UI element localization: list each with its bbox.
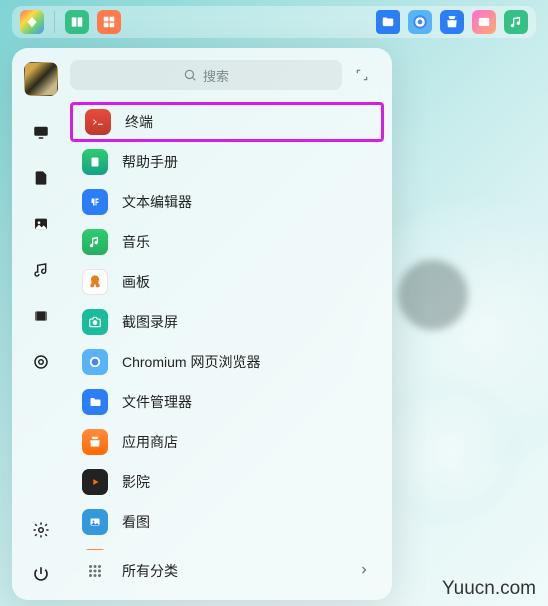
app-label: 应用商店 [122, 432, 178, 452]
paint-icon [82, 269, 108, 295]
grid-icon [82, 558, 108, 584]
app-label: 终端 [125, 112, 153, 132]
launcher-main: 搜索 终端 帮助手册 [70, 48, 392, 600]
dock-separator [54, 11, 55, 33]
app-label: 影院 [122, 472, 150, 492]
app-item-chromium[interactable]: Chromium 网页浏览器 [70, 342, 384, 382]
screenshot-icon [82, 309, 108, 335]
all-categories-button[interactable]: 所有分类 [70, 550, 384, 592]
app-label: 帮助手册 [122, 152, 178, 172]
text-editor-icon [82, 189, 108, 215]
wallpaper-decoration [378, 380, 518, 520]
help-icon [82, 149, 108, 175]
dock-files-icon[interactable] [376, 10, 400, 34]
settings-gear-icon[interactable] [31, 520, 51, 540]
image-viewer-icon [82, 509, 108, 535]
launcher-logo-icon[interactable] [20, 10, 44, 34]
terminal-icon [85, 109, 111, 135]
chromium-icon [82, 349, 108, 375]
task-view-2-icon[interactable] [97, 10, 121, 34]
fullscreen-icon [355, 68, 369, 82]
dock-chromium-icon[interactable] [408, 10, 432, 34]
app-item-screenshot[interactable]: 截图录屏 [70, 302, 384, 342]
app-label: Chromium 网页浏览器 [122, 352, 260, 372]
search-placeholder: 搜索 [203, 66, 229, 85]
dock-images-icon[interactable] [472, 10, 496, 34]
app-label: 截图录屏 [122, 312, 178, 332]
app-item-app-store[interactable]: 应用商店 [70, 422, 384, 462]
category-music-icon[interactable] [31, 260, 51, 280]
app-label: 文件管理器 [122, 392, 192, 412]
category-settings-icon[interactable] [31, 352, 51, 372]
app-item-help[interactable]: 帮助手册 [70, 142, 384, 182]
app-item-paint[interactable]: 画板 [70, 262, 384, 302]
chevron-right-icon [358, 563, 370, 579]
category-video-icon[interactable] [31, 306, 51, 326]
watermark-text: Yuucn.com [442, 578, 536, 600]
music-app-icon [82, 229, 108, 255]
app-item-music[interactable]: 音乐 [70, 222, 384, 262]
task-view-1-icon[interactable] [65, 10, 89, 34]
launcher-sidebar [12, 48, 70, 600]
app-label: 看图 [122, 512, 150, 532]
dock [12, 6, 536, 38]
app-item-movies[interactable]: 影院 [70, 462, 384, 502]
app-item-text-editor[interactable]: 文本编辑器 [70, 182, 384, 222]
dock-app-store-icon[interactable] [440, 10, 464, 34]
launcher-panel: 搜索 终端 帮助手册 [12, 48, 392, 600]
movies-icon [82, 469, 108, 495]
fullscreen-button[interactable] [350, 63, 374, 87]
app-label: 文本编辑器 [122, 192, 192, 212]
search-input[interactable]: 搜索 [70, 60, 342, 90]
category-monitor-icon[interactable] [31, 122, 51, 142]
app-item-album[interactable]: 相册 [70, 542, 384, 550]
file-manager-icon [82, 389, 108, 415]
app-store-icon [82, 429, 108, 455]
footer-label: 所有分类 [122, 561, 178, 581]
user-avatar[interactable] [24, 62, 58, 96]
app-label: 音乐 [122, 232, 150, 252]
wallpaper-decoration [398, 260, 468, 330]
apps-list: 终端 帮助手册 文本编辑器 音乐 [70, 102, 384, 550]
power-icon[interactable] [31, 564, 51, 584]
category-document-icon[interactable] [31, 168, 51, 188]
search-icon [183, 68, 197, 82]
dock-music-icon[interactable] [504, 10, 528, 34]
category-images-icon[interactable] [31, 214, 51, 234]
app-label: 画板 [122, 272, 150, 292]
app-item-image-viewer[interactable]: 看图 [70, 502, 384, 542]
app-item-terminal[interactable]: 终端 [70, 102, 384, 142]
app-item-file-manager[interactable]: 文件管理器 [70, 382, 384, 422]
